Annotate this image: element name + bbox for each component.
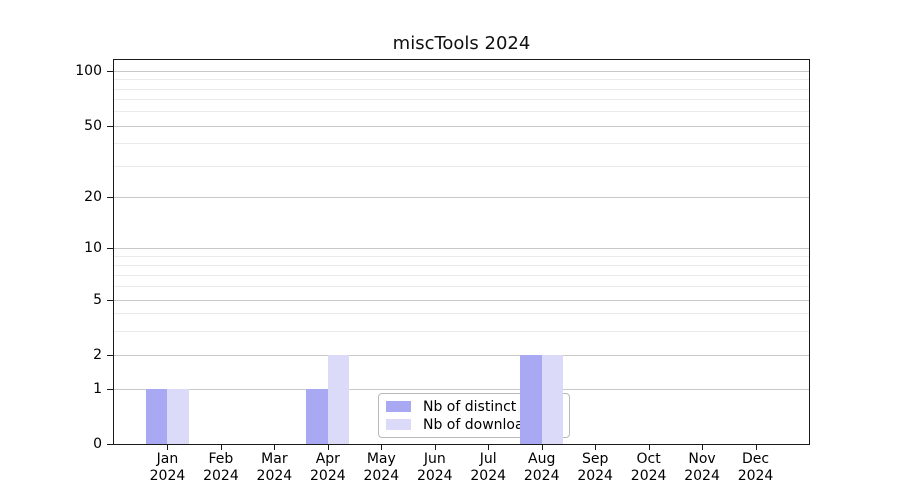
y-tick-label: 10	[0, 240, 102, 256]
legend-swatch-distinct-ips-icon	[386, 401, 411, 412]
y-axis-tick-labels: 0125102050100	[0, 59, 102, 445]
y-tick-label: 2	[0, 347, 102, 363]
gridline-minor	[114, 111, 809, 112]
legend-swatch-downloads-icon	[386, 419, 411, 430]
x-tick-mark	[595, 445, 596, 450]
gridline-major	[114, 71, 809, 72]
gridline-major	[114, 126, 809, 127]
gridline-minor	[114, 313, 809, 314]
y-tick-label: 20	[0, 189, 102, 205]
gridline-minor	[114, 256, 809, 257]
y-tick-label: 5	[0, 292, 102, 308]
x-tick-mark	[167, 445, 168, 450]
gridline-minor	[114, 143, 809, 144]
x-tick-mark	[435, 445, 436, 450]
bar-downloads-jan	[167, 389, 188, 444]
gridline-major	[114, 389, 809, 390]
gridline-major	[114, 248, 809, 249]
chart-figure: miscTools 2024 0125102050100 Jan 2024Feb…	[0, 0, 900, 500]
x-tick-mark	[328, 445, 329, 450]
x-tick-mark	[702, 445, 703, 450]
gridline-major	[114, 300, 809, 301]
bar-distinct-ips-aug	[520, 355, 541, 444]
y-tick-label: 100	[0, 63, 102, 79]
bar-distinct-ips-jan	[146, 389, 167, 444]
gridline-minor	[114, 275, 809, 276]
bar-distinct-ips-apr	[306, 389, 327, 444]
gridline-major	[114, 355, 809, 356]
gridline-minor	[114, 99, 809, 100]
x-tick-mark	[274, 445, 275, 450]
x-tick-mark	[221, 445, 222, 450]
gridline-minor	[114, 331, 809, 332]
y-tick-label: 0	[0, 436, 102, 452]
x-tick-mark	[381, 445, 382, 450]
x-tick-mark	[649, 445, 650, 450]
bar-downloads-aug	[542, 355, 563, 444]
gridline-minor	[114, 79, 809, 80]
y-tick-label: 1	[0, 381, 102, 397]
gridline-minor	[114, 265, 809, 266]
gridline-minor	[114, 286, 809, 287]
gridline-minor	[114, 89, 809, 90]
x-tick-mark	[488, 445, 489, 450]
x-tick-label: Dec 2024	[714, 451, 798, 485]
chart-title: miscTools 2024	[113, 33, 810, 54]
plot-area: Nb of distinct IPs Nb of downloads	[113, 59, 810, 445]
gridline-minor	[114, 166, 809, 167]
x-tick-mark	[756, 445, 757, 450]
y-tick-label: 50	[0, 118, 102, 134]
gridline-major	[114, 197, 809, 198]
bar-downloads-apr	[328, 355, 349, 444]
x-tick-mark	[542, 445, 543, 450]
